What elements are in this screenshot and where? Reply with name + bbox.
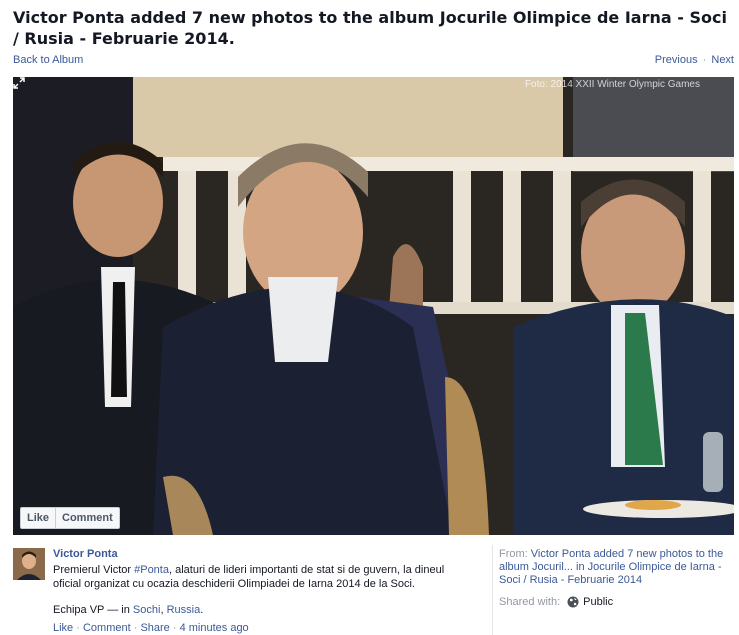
previous-link[interactable]: Previous xyxy=(655,54,698,66)
timestamp-link[interactable]: 4 minutes ago xyxy=(180,622,249,634)
audience-label[interactable]: Public xyxy=(583,596,613,608)
photo-image xyxy=(13,77,734,535)
photo-viewer[interactable]: Foto: 2014 XXII Winter Olympic Games Lik… xyxy=(13,77,734,535)
avatar[interactable] xyxy=(13,548,45,580)
nav-separator: · xyxy=(702,54,707,66)
action-separator: · xyxy=(169,622,180,634)
signoff-text: Echipa VP xyxy=(53,604,105,616)
page-title: Victor Ponta added 7 new photos to the a… xyxy=(13,8,727,48)
location-city-link[interactable]: Sochi xyxy=(133,604,161,616)
caption-text-start: Premierul Victor xyxy=(53,564,135,576)
comment-link[interactable]: Comment xyxy=(83,622,131,634)
hashtag-link[interactable]: #Ponta xyxy=(134,564,169,576)
from-info: From: Victor Ponta added 7 new photos to… xyxy=(499,548,735,587)
photo-comment-button[interactable]: Comment xyxy=(55,508,119,528)
location-prefix: — in xyxy=(104,604,133,616)
expand-icon[interactable] xyxy=(13,77,25,89)
author-name[interactable]: Victor Ponta xyxy=(53,548,118,560)
action-separator: · xyxy=(73,622,83,634)
share-link[interactable]: Share xyxy=(140,622,169,634)
shared-with-label: Shared with: xyxy=(499,596,561,608)
photo-sidebar: From: Victor Ponta added 7 new photos to… xyxy=(492,545,733,635)
like-link[interactable]: Like xyxy=(53,622,73,634)
photo-like-button[interactable]: Like xyxy=(21,508,55,528)
shared-with: Shared with: Public xyxy=(499,596,613,608)
from-label: From: xyxy=(499,548,531,560)
from-album-link[interactable]: Victor Ponta added 7 new photos to the a… xyxy=(499,548,723,586)
globe-icon[interactable] xyxy=(567,596,579,608)
location-country-link[interactable]: Russia xyxy=(167,604,201,616)
next-link[interactable]: Next xyxy=(711,54,734,66)
post-caption: Premierul Victor #Ponta, alaturi de lide… xyxy=(53,563,473,591)
location-end: . xyxy=(200,604,204,616)
photo-watermark: Foto: 2014 XXII Winter Olympic Games xyxy=(524,79,700,90)
post-signoff: Echipa VP — in Sochi, Russia. xyxy=(53,604,203,616)
back-to-album-link[interactable]: Back to Album xyxy=(13,54,83,66)
action-separator: · xyxy=(130,622,141,634)
photo-navigation: Previous · Next xyxy=(655,54,734,66)
photo-action-bar: Like Comment xyxy=(20,507,120,529)
post-actions: Like · Comment · Share · 4 minutes ago xyxy=(53,622,249,634)
